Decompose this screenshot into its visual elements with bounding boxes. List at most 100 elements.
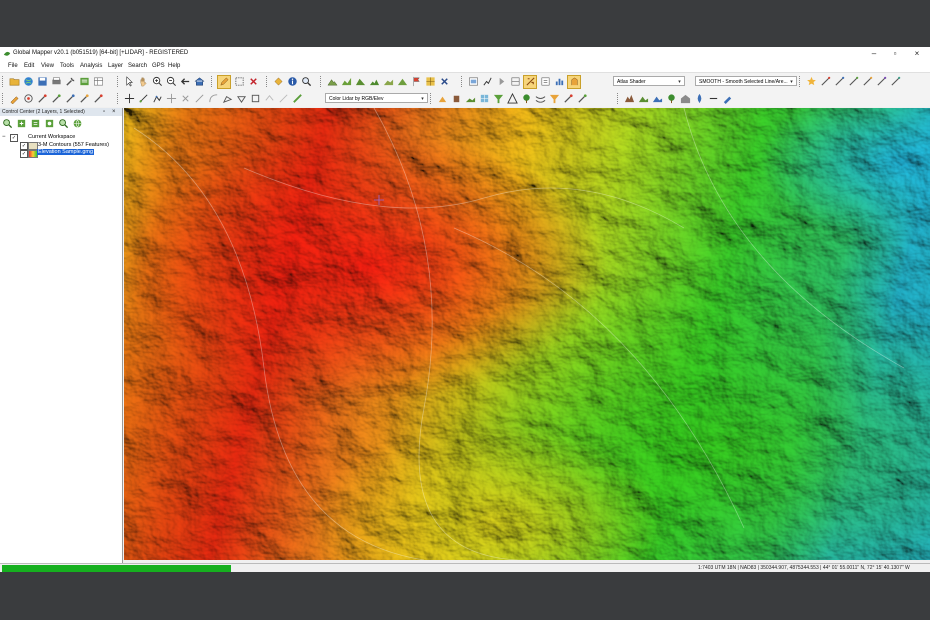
pan-hand-icon[interactable] (137, 76, 149, 88)
lidar-line-icon[interactable] (707, 93, 719, 105)
lidar-tree2-icon[interactable] (665, 93, 677, 105)
cut-icon[interactable] (179, 93, 191, 105)
line-tool-icon[interactable] (193, 93, 205, 105)
lidar-color-select[interactable]: Color Lidar by RGB/Elev ▾ (325, 93, 428, 103)
minimize-button[interactable]: – (868, 49, 880, 59)
vertex-add-icon[interactable] (151, 93, 163, 105)
back-arrow-icon[interactable] (179, 76, 191, 88)
pin-icon[interactable]: ▫ (103, 108, 105, 116)
lidar-brush6-icon[interactable] (562, 93, 574, 105)
crosshair-icon[interactable] (165, 93, 177, 105)
open-folder-icon[interactable] (8, 76, 20, 88)
legend-icon[interactable] (539, 76, 551, 88)
shape-tool5-icon[interactable] (277, 93, 289, 105)
lidar-pencil-icon[interactable] (8, 93, 20, 105)
statistics-icon[interactable] (553, 76, 565, 88)
maximize-button[interactable]: ▫ (889, 49, 901, 59)
lidar-ground-icon[interactable] (464, 93, 476, 105)
lidar-wire-icon[interactable] (534, 93, 546, 105)
menu-view[interactable]: View (41, 63, 54, 69)
terrain-slope-icon[interactable] (396, 76, 408, 88)
save-icon[interactable] (36, 76, 48, 88)
layer-zoom-icon[interactable] (2, 118, 13, 129)
layer-metadata-icon[interactable] (30, 118, 41, 129)
home-icon[interactable] (193, 76, 205, 88)
layer-checkbox[interactable]: ✓ (20, 150, 28, 158)
flag-icon[interactable] (410, 76, 422, 88)
lidar-profile-icon[interactable] (623, 93, 635, 105)
measure-icon[interactable] (272, 76, 284, 88)
lidar-brush5-icon[interactable] (92, 93, 104, 105)
curve-tool-icon[interactable] (207, 93, 219, 105)
menu-analysis[interactable]: Analysis (80, 63, 102, 69)
layers-icon[interactable] (509, 76, 521, 88)
lidar-terrain2-icon[interactable] (651, 93, 663, 105)
close-icon[interactable]: × (112, 108, 116, 116)
lidar-brush-icon[interactable] (36, 93, 48, 105)
close-button[interactable]: × (911, 49, 923, 59)
menu-edit[interactable]: Edit (24, 63, 34, 69)
grid-icon[interactable] (424, 76, 436, 88)
map-canvas[interactable] (124, 108, 930, 560)
draw-pencil-icon[interactable] (217, 74, 231, 89)
shape-tool2-icon[interactable] (235, 93, 247, 105)
overview-icon[interactable] (467, 76, 479, 88)
lidar-terrain-icon[interactable] (637, 93, 649, 105)
menu-file[interactable]: File (8, 63, 18, 69)
shader-select[interactable]: Atlas Shader ▾ (613, 76, 685, 86)
print-icon[interactable] (50, 76, 62, 88)
globe-icon[interactable] (22, 76, 34, 88)
edit-vertex-icon[interactable] (861, 76, 873, 88)
table-icon[interactable] (92, 76, 104, 88)
layer-search-icon[interactable] (58, 118, 69, 129)
play-icon[interactable] (495, 76, 507, 88)
layer-globe-icon[interactable] (72, 118, 83, 129)
close-tool-icon[interactable] (438, 76, 450, 88)
layer-add-icon[interactable] (16, 118, 27, 129)
light-icon[interactable] (567, 74, 581, 89)
lidar-building-icon[interactable] (450, 93, 462, 105)
terrain-mountain-icon[interactable] (326, 76, 338, 88)
lidar-grid-icon[interactable] (478, 93, 490, 105)
terrain-contour-icon[interactable] (368, 76, 380, 88)
config-icon[interactable] (78, 76, 90, 88)
wrench-icon[interactable] (64, 76, 76, 88)
smooth-select[interactable]: SMOOTH - Smooth Selected Line/Are... ▾ (695, 76, 797, 86)
lidar-funnel-icon[interactable] (548, 93, 560, 105)
menu-gps[interactable]: GPS (152, 63, 165, 69)
lidar-water-icon[interactable] (693, 93, 705, 105)
lidar-filter-icon[interactable] (492, 93, 504, 105)
star-icon[interactable] (805, 76, 817, 88)
workspace-checkbox[interactable]: ✓ (10, 134, 18, 142)
path-icon[interactable] (481, 76, 493, 88)
layer-options-icon[interactable] (44, 118, 55, 129)
lidar-target-icon[interactable] (22, 93, 34, 105)
delete-x-icon[interactable] (247, 76, 259, 88)
zoom-in-icon[interactable] (151, 76, 163, 88)
shape-tool-icon[interactable] (221, 93, 233, 105)
lidar-warning-icon[interactable] (506, 93, 518, 105)
lidar-tree-icon[interactable] (520, 93, 532, 105)
lidar-pen-icon[interactable] (721, 93, 733, 105)
ruler-icon[interactable] (291, 93, 303, 105)
terrain-view-icon[interactable] (382, 76, 394, 88)
layer-checkbox[interactable]: ✓ (20, 142, 28, 150)
menu-help[interactable]: Help (168, 63, 180, 69)
move-icon[interactable] (123, 93, 135, 105)
shader-toggle-icon[interactable] (523, 74, 537, 89)
elevation-map[interactable] (124, 108, 930, 560)
lidar-house-icon[interactable] (679, 93, 691, 105)
digitize-area-icon[interactable] (833, 76, 845, 88)
terrain-volume-icon[interactable] (354, 76, 366, 88)
zoom-out-icon[interactable] (165, 76, 177, 88)
lidar-class-icon[interactable] (436, 93, 448, 105)
lidar-brush7-icon[interactable] (576, 93, 588, 105)
terrain-profile-icon[interactable] (340, 76, 352, 88)
collapse-icon[interactable]: − (2, 134, 6, 140)
menu-search[interactable]: Search (128, 63, 147, 69)
menu-tools[interactable]: Tools (60, 63, 74, 69)
lidar-brush2-icon[interactable] (50, 93, 62, 105)
pointer-icon[interactable] (123, 76, 135, 88)
search-icon[interactable] (300, 76, 312, 88)
menu-layer[interactable]: Layer (108, 63, 123, 69)
